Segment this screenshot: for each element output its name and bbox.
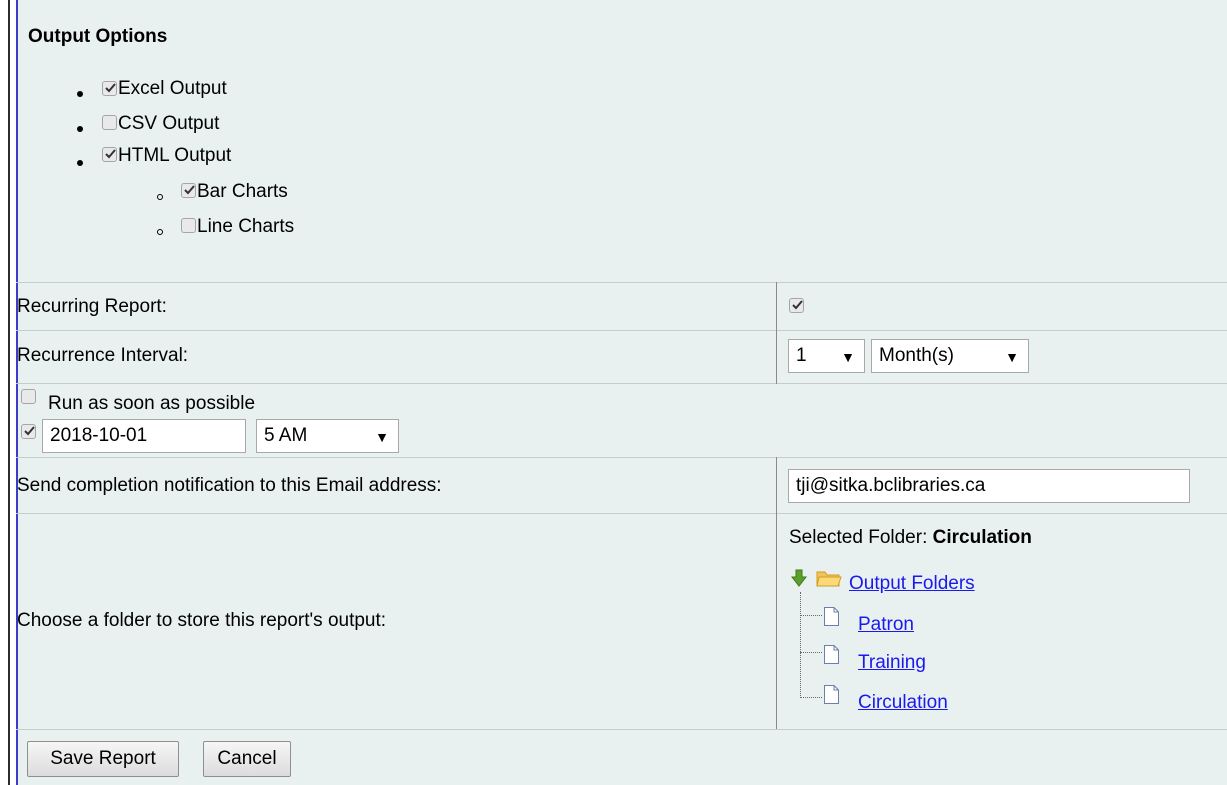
chevron-down-icon: ▼	[375, 429, 389, 445]
folder-icon	[816, 571, 842, 587]
document-icon	[824, 645, 839, 664]
report-scheduler-form: Output Options Excel Output CSV Output H…	[0, 0, 1227, 785]
tree-connector	[800, 697, 822, 698]
schedule-time-select[interactable]: 5 AM ▼	[256, 419, 399, 453]
column-divider	[776, 282, 777, 384]
bar-charts-label: Bar Charts	[197, 181, 288, 202]
csv-output-checkbox[interactable]	[102, 115, 117, 130]
schedule-date-checkbox[interactable]	[21, 424, 36, 439]
left-accent-border	[16, 0, 18, 785]
row-divider	[16, 282, 1227, 283]
email-field[interactable]: tji@sitka.bclibraries.ca	[788, 469, 1190, 503]
html-output-checkbox[interactable]	[102, 147, 117, 162]
column-divider	[776, 457, 777, 729]
chevron-down-icon: ▼	[1005, 349, 1019, 365]
interval-unit-select[interactable]: Month(s) ▼	[871, 339, 1029, 373]
bullet	[77, 91, 83, 97]
tree-item-training[interactable]: Training	[858, 652, 926, 674]
line-charts-checkbox[interactable]	[181, 218, 196, 233]
left-border	[8, 0, 10, 785]
recurrence-interval-label: Recurrence Interval:	[17, 345, 189, 366]
sub-bullet	[157, 229, 163, 235]
sub-bullet	[157, 194, 163, 200]
bar-charts-checkbox[interactable]	[181, 183, 196, 198]
run-asap-label: Run as soon as possible	[48, 393, 256, 414]
line-charts-label: Line Charts	[197, 216, 295, 237]
bullet	[77, 160, 83, 166]
cancel-button[interactable]: Cancel	[203, 741, 291, 777]
output-options-heading: Output Options	[28, 26, 168, 47]
tree-connector	[800, 615, 822, 616]
document-icon	[824, 685, 839, 704]
interval-count-select[interactable]: 1 ▼	[788, 339, 865, 373]
folder-chooser-label: Choose a folder to store this report's o…	[17, 610, 387, 631]
chevron-down-icon: ▼	[841, 349, 855, 365]
row-divider	[16, 330, 1227, 331]
selected-folder: Selected Folder: Circulation	[789, 527, 1032, 549]
save-report-button[interactable]: Save Report	[27, 741, 179, 777]
tree-connector	[800, 592, 801, 698]
tree-root-output-folders[interactable]: Output Folders	[849, 573, 975, 595]
email-label: Send completion notification to this Ema…	[17, 475, 442, 496]
tree-item-circulation[interactable]: Circulation	[858, 692, 948, 714]
schedule-time-value: 5 AM	[264, 425, 308, 446]
run-asap-checkbox[interactable]	[21, 389, 36, 404]
expand-arrow-icon[interactable]	[790, 568, 810, 590]
row-divider	[16, 457, 1227, 458]
email-value: tji@sitka.bclibraries.ca	[796, 475, 986, 496]
schedule-date-value: 2018-10-01	[50, 425, 148, 446]
schedule-date-input[interactable]: 2018-10-01	[42, 419, 246, 453]
document-icon	[824, 607, 839, 626]
interval-count-value: 1	[796, 345, 807, 366]
row-divider	[16, 383, 1227, 384]
tree-item-patron[interactable]: Patron	[858, 614, 914, 636]
recurring-report-label: Recurring Report:	[17, 296, 167, 317]
row-divider	[16, 729, 1227, 730]
bullet	[77, 126, 83, 132]
tree-connector	[800, 652, 822, 653]
row-divider	[16, 513, 1227, 514]
excel-output-label: Excel Output	[118, 78, 227, 99]
recurring-report-checkbox[interactable]	[789, 298, 804, 313]
selected-folder-value: Circulation	[932, 527, 1032, 548]
excel-output-checkbox[interactable]	[102, 81, 117, 96]
csv-output-label: CSV Output	[118, 113, 220, 134]
selected-folder-prefix: Selected Folder:	[789, 527, 928, 548]
html-output-label: HTML Output	[118, 145, 232, 166]
interval-unit-value: Month(s)	[879, 345, 954, 366]
